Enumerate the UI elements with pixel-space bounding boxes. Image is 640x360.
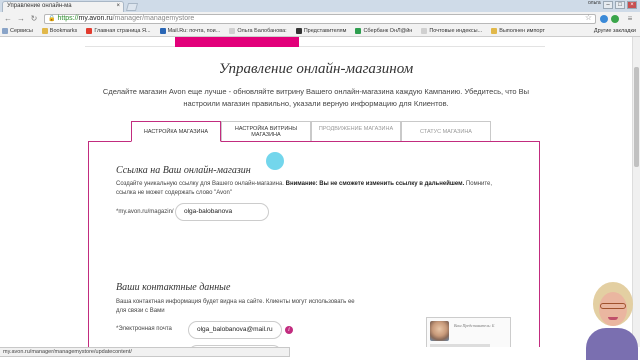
bookmark-item[interactable]: Выполнен импорт <box>491 28 545 34</box>
preview-title: Ваш Представитель: Б <box>454 323 495 328</box>
forward-arrow-icon[interactable]: → <box>16 14 26 24</box>
maximize-button[interactable]: □ <box>615 1 625 9</box>
bookmark-item[interactable]: Почтовые индексы... <box>421 28 482 34</box>
presenter-body <box>586 328 638 360</box>
status-bar: my.avon.ru/manager/managemystore/updatec… <box>0 347 290 357</box>
sberbank-icon <box>355 28 362 34</box>
mailru-icon <box>159 28 166 34</box>
presenter-face <box>599 292 627 326</box>
tab-store-promotion[interactable]: ПРОДВИЖЕНИЕ МАГАЗИНА <box>311 121 401 141</box>
link-section-text: Создайте уникальную ссылку для Вашего он… <box>116 181 493 196</box>
page-icon <box>229 28 236 34</box>
settings-panel: Ссылка на Ваш онлайн-магазин Создайте ун… <box>88 141 540 347</box>
tab-store-settings[interactable]: НАСТРОЙКА МАГАЗИНА <box>131 121 221 142</box>
bookmark-item[interactable]: Сервисы <box>2 28 33 34</box>
menu-icon[interactable]: ≡ <box>625 14 635 24</box>
storefront-preview: Ваш Представитель: Б <box>426 317 511 347</box>
bookmark-star-icon[interactable]: ☆ <box>585 14 592 22</box>
window-controls: – □ × <box>603 1 637 9</box>
minimize-button[interactable]: – <box>603 1 613 9</box>
address-bar[interactable]: 🔒 https://my.avon.ru/manager/managemystor… <box>44 14 596 24</box>
browser-titlebar: Управление онлайн-ма × ольга – □ × <box>0 0 640 12</box>
back-arrow-icon[interactable]: ← <box>3 14 13 24</box>
folder-icon <box>491 28 498 34</box>
preview-placeholder-bar <box>430 344 490 347</box>
tab-store-status[interactable]: СТАТУС МАГАЗИНА <box>401 121 491 141</box>
page-intro: Сделайте магазин Avon еще лучше - обновл… <box>102 87 530 108</box>
scrollbar-thumb[interactable] <box>634 67 639 167</box>
link-section-title: Ссылка на Ваш онлайн-магазин <box>116 165 251 176</box>
bookmark-item[interactable]: Ольга Балобанова: <box>229 28 287 34</box>
tab-close-icon[interactable]: × <box>116 3 120 9</box>
bookmarks-bar: Сервисы Bookmarks Главная страница Я... … <box>0 26 640 37</box>
bookmark-item[interactable]: Bookmarks <box>41 28 77 34</box>
url-scheme: https:// <box>57 15 79 22</box>
reload-icon[interactable]: ↻ <box>29 14 39 24</box>
other-bookmarks[interactable]: Другие закладки <box>594 28 636 34</box>
presenter-glasses <box>600 303 626 309</box>
extension-icon[interactable] <box>600 15 608 23</box>
presenter-webcam <box>584 278 640 360</box>
cursor-highlight <box>266 152 284 170</box>
browser-user-label[interactable]: ольга <box>588 0 601 6</box>
contact-section-title: Ваши контактные данные <box>116 282 231 293</box>
info-icon[interactable]: i <box>285 326 293 334</box>
store-link-prefix: *my.avon.ru/magazin/ <box>116 209 174 215</box>
yandex-icon <box>86 28 93 34</box>
extension-green-icon[interactable] <box>611 15 619 23</box>
avon-icon <box>295 28 302 34</box>
tab-storefront-settings[interactable]: НАСТРОЙКА ВИТРИНЫ МАГАЗИНА <box>221 121 311 141</box>
url-path: /manager/managemystore <box>112 15 195 22</box>
bookmark-item[interactable]: Mail.Ru: почта, пои... <box>159 28 220 34</box>
page-viewport: Управление онлайн-магазином Сделайте маг… <box>0 37 632 347</box>
store-link-input[interactable]: olga-balobanova <box>175 203 269 221</box>
url-domain: my.avon.ru <box>78 15 113 22</box>
representative-photo <box>430 321 449 341</box>
page-title: Управление онлайн-магазином <box>218 61 414 77</box>
apps-icon <box>2 28 8 34</box>
close-window-button[interactable]: × <box>627 1 637 9</box>
tab-title: Управление онлайн-ма <box>7 3 72 9</box>
site-nav-strip <box>85 37 545 47</box>
new-tab-button[interactable] <box>125 3 139 11</box>
email-field[interactable]: olga_balobanova@mail.ru <box>188 321 282 339</box>
bookmark-item[interactable]: Главная страница Я... <box>86 28 151 34</box>
presenter-mouth <box>608 317 618 320</box>
bookmark-item[interactable]: Представителям <box>295 28 346 34</box>
bookmark-item[interactable]: Сбербанк ОнЛ@йн <box>355 28 412 34</box>
folder-icon <box>41 28 48 34</box>
email-label: *Электронная почта <box>116 326 172 332</box>
page-icon <box>421 28 428 34</box>
browser-toolbar: ← → ↻ 🔒 https://my.avon.ru/manager/manage… <box>0 12 640 26</box>
contact-section-text: Ваша контактная информация будет видна н… <box>116 299 355 314</box>
active-nav-item[interactable] <box>175 37 299 47</box>
lock-icon: 🔒 <box>48 16 56 22</box>
browser-tab[interactable]: Управление онлайн-ма × <box>2 1 124 12</box>
